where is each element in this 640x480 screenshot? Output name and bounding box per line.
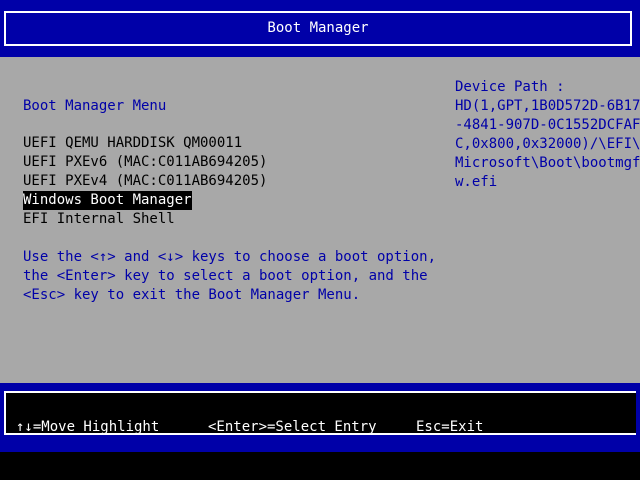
footer-move-hint: ↑↓=Move Highlight: [16, 419, 160, 435]
bottom-bar: [0, 452, 640, 480]
boot-option-list: UEFI QEMU HARDDISK QM00011 UEFI PXEv6 (M…: [23, 134, 267, 229]
device-path-value: -4841-907D-0C1552DCFAF: [455, 117, 640, 133]
footer-band: ↑↓=Move Highlight <Enter>=Select Entry E…: [0, 383, 640, 452]
device-path-panel: Device Path : HD(1,GPT,1B0D572D-6B17 -48…: [455, 78, 640, 192]
boot-option-pxev6[interactable]: UEFI PXEv6 (MAC:C011AB694205): [23, 153, 267, 172]
help-text: Use the <↑> and <↓> keys to choose a boo…: [23, 248, 436, 305]
header-band: Boot Manager: [0, 0, 640, 57]
footer-select-hint: <Enter>=Select Entry: [208, 419, 377, 435]
boot-option-windows-boot-manager[interactable]: Windows Boot Manager: [23, 191, 192, 210]
device-path-value: Microsoft\Boot\bootmgf: [455, 155, 640, 171]
help-line: <Esc> key to exit the Boot Manager Menu.: [23, 287, 361, 303]
help-line: Use the <↑> and <↓> keys to choose a boo…: [23, 249, 437, 265]
device-path-value: HD(1,GPT,1B0D572D-6B17: [455, 98, 640, 114]
header-title: Boot Manager: [4, 11, 632, 46]
menu-title: Boot Manager Menu: [23, 98, 167, 114]
help-line: the <Enter> key to select a boot option,…: [23, 268, 428, 284]
footer-exit-hint: Esc=Exit: [416, 419, 484, 435]
device-path-value: C,0x800,0x32000)/\EFI\: [455, 136, 640, 152]
device-path-label: Device Path :: [455, 79, 565, 95]
boot-option-efi-shell[interactable]: EFI Internal Shell: [23, 210, 175, 229]
boot-option-qemu-harddisk[interactable]: UEFI QEMU HARDDISK QM00011: [23, 134, 242, 153]
device-path-value: w.efi: [455, 174, 498, 190]
boot-option-pxev4[interactable]: UEFI PXEv4 (MAC:C011AB694205): [23, 172, 267, 191]
main-panel: Boot Manager Menu UEFI QEMU HARDDISK QM0…: [0, 57, 640, 383]
